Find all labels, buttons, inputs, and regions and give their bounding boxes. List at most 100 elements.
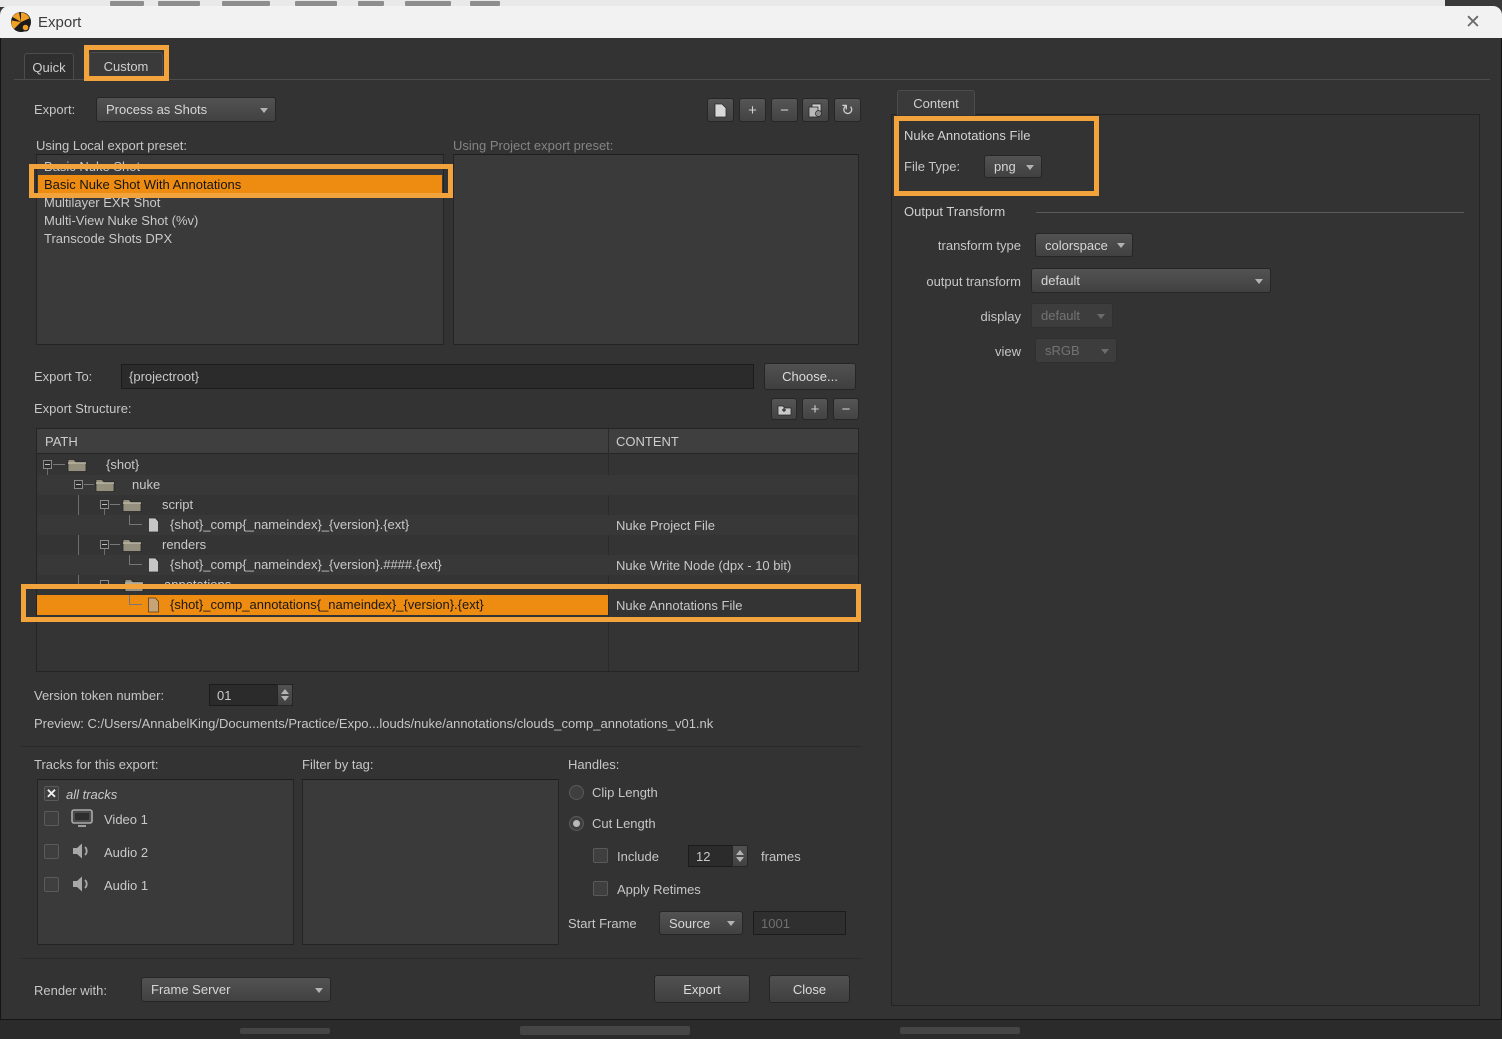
tab-custom[interactable]: Custom xyxy=(89,52,163,79)
version-spinner[interactable] xyxy=(277,684,293,706)
tree-row[interactable]: script xyxy=(37,495,858,515)
project-preset-list[interactable] xyxy=(453,154,859,345)
close-button[interactable]: Close xyxy=(769,975,850,1003)
export-to-input[interactable] xyxy=(121,364,754,389)
track-label: Video 1 xyxy=(104,812,148,827)
tab-quick[interactable]: Quick xyxy=(24,53,74,80)
include-frames-input[interactable] xyxy=(688,845,734,867)
tabbar-divider xyxy=(14,79,1490,80)
clip-length-label[interactable]: Clip Length xyxy=(592,785,658,800)
spin-down-icon[interactable] xyxy=(736,857,744,862)
apply-retimes-checkbox[interactable] xyxy=(593,881,608,896)
spin-up-icon[interactable] xyxy=(736,850,744,855)
view-dropdown[interactable]: sRGB xyxy=(1035,338,1117,363)
tree-row[interactable]: nuke xyxy=(37,475,858,495)
dialog-title: Export xyxy=(38,14,81,31)
export-button[interactable]: Export xyxy=(654,975,750,1003)
include-frames-spinner[interactable] xyxy=(732,845,748,867)
file-icon xyxy=(147,597,160,613)
export-label: Export: xyxy=(34,102,75,117)
tracks-list[interactable]: ✕ all tracks Video 1 Audio 2 Audio 1 xyxy=(37,779,294,945)
background-fragment xyxy=(520,1026,690,1035)
spin-up-icon[interactable] xyxy=(281,689,289,694)
apply-retimes-label[interactable]: Apply Retimes xyxy=(617,882,701,897)
export-dialog-screen: Export ✕ Quick Custom Export: Process as… xyxy=(0,0,1502,1039)
list-item[interactable]: Multi-View Nuke Shot (%v) xyxy=(38,211,442,229)
tab-content[interactable]: Content xyxy=(897,90,975,115)
include-checkbox[interactable] xyxy=(593,848,608,863)
list-item-selected[interactable]: Basic Nuke Shot With Annotations xyxy=(38,175,442,193)
file-icon xyxy=(147,517,160,533)
render-with-dropdown[interactable]: Frame Server xyxy=(141,977,331,1002)
tree-connector xyxy=(129,555,142,565)
nuke-app-icon xyxy=(10,11,32,33)
export-structure-label: Export Structure: xyxy=(34,401,132,416)
list-item[interactable]: Basic Nuke Shot xyxy=(38,157,442,175)
list-item[interactable]: Multilayer EXR Shot xyxy=(38,193,442,211)
all-tracks-checkbox[interactable]: ✕ xyxy=(44,786,59,801)
tree-row[interactable]: renders xyxy=(37,535,858,555)
cut-length-radio[interactable] xyxy=(569,816,584,831)
track-checkbox[interactable] xyxy=(44,877,59,892)
export-mode-dropdown[interactable]: Process as Shots xyxy=(96,97,276,122)
tree-row[interactable]: {shot}_comp{_nameindex}_{version}.####.{… xyxy=(37,555,858,575)
tree-connector xyxy=(110,544,120,545)
start-frame-mode-dropdown[interactable]: Source xyxy=(659,911,743,935)
tree-connector xyxy=(129,595,142,605)
section-divider xyxy=(21,746,861,747)
expander-icon[interactable] xyxy=(43,460,52,469)
filter-by-tag-label: Filter by tag: xyxy=(302,757,374,772)
expander-icon[interactable] xyxy=(100,540,109,549)
all-tracks-label: all tracks xyxy=(66,787,117,802)
folder-icon xyxy=(122,537,142,552)
remove-preset-button[interactable]: − xyxy=(771,98,798,122)
start-frame-value-input[interactable] xyxy=(753,911,846,935)
choose-button[interactable]: Choose... xyxy=(764,363,856,390)
list-item[interactable]: Transcode Shots DPX xyxy=(38,229,442,247)
track-label: Audio 2 xyxy=(104,845,148,860)
revert-preset-button[interactable]: ↻ xyxy=(834,98,861,122)
tree-row[interactable]: annotations xyxy=(37,575,858,595)
spin-down-icon[interactable] xyxy=(281,696,289,701)
duplicate-structure-button[interactable] xyxy=(771,398,797,420)
filter-by-tag-list[interactable] xyxy=(302,779,559,945)
content-heading: Nuke Annotations File xyxy=(904,128,1030,143)
folder-icon xyxy=(95,477,115,492)
display-dropdown[interactable]: default xyxy=(1031,303,1113,328)
file-type-dropdown[interactable]: png xyxy=(984,155,1042,178)
new-preset-button[interactable] xyxy=(707,98,734,122)
track-checkbox[interactable] xyxy=(44,844,59,859)
output-transform-dropdown[interactable]: default xyxy=(1031,268,1271,293)
frames-label: frames xyxy=(761,849,801,864)
tree-row[interactable]: {shot}_comp{_nameindex}_{version}.{ext} … xyxy=(37,515,858,535)
cut-length-label[interactable]: Cut Length xyxy=(592,816,656,831)
tree-header: PATH CONTENT xyxy=(37,429,858,454)
local-preset-label: Using Local export preset: xyxy=(36,138,187,153)
close-icon[interactable]: ✕ xyxy=(1460,9,1486,35)
clip-length-radio[interactable] xyxy=(569,785,584,800)
track-checkbox[interactable] xyxy=(44,811,59,826)
export-dialog-body: Quick Custom Export: Process as Shots + … xyxy=(0,38,1502,1020)
add-structure-button[interactable]: + xyxy=(802,398,828,420)
include-label[interactable]: Include xyxy=(617,849,659,864)
export-structure-tree[interactable]: PATH CONTENT {shot} xyxy=(36,428,859,672)
expander-icon[interactable] xyxy=(74,480,83,489)
folder-icon xyxy=(122,497,142,512)
duplicate-preset-button[interactable] xyxy=(802,98,829,122)
tree-row[interactable]: {shot} xyxy=(37,455,858,475)
tree-connector xyxy=(129,515,142,525)
render-with-label: Render with: xyxy=(34,983,107,998)
section-divider xyxy=(21,958,861,959)
transform-type-dropdown[interactable]: colorspace xyxy=(1035,233,1133,257)
expander-icon[interactable] xyxy=(100,500,109,509)
remove-structure-button[interactable]: − xyxy=(833,398,859,420)
local-preset-list[interactable]: Basic Nuke Shot Basic Nuke Shot With Ann… xyxy=(36,154,444,345)
expander-icon[interactable] xyxy=(100,580,109,589)
column-content: CONTENT xyxy=(616,434,679,449)
video-track-icon xyxy=(70,809,94,828)
tree-row-selected[interactable]: {shot}_comp_annotations{_nameindex}_{ver… xyxy=(37,595,858,615)
add-preset-button[interactable]: + xyxy=(739,98,766,122)
version-token-label: Version token number: xyxy=(34,688,164,703)
file-type-label: File Type: xyxy=(904,159,960,174)
output-transform-label: output transform xyxy=(906,274,1021,289)
